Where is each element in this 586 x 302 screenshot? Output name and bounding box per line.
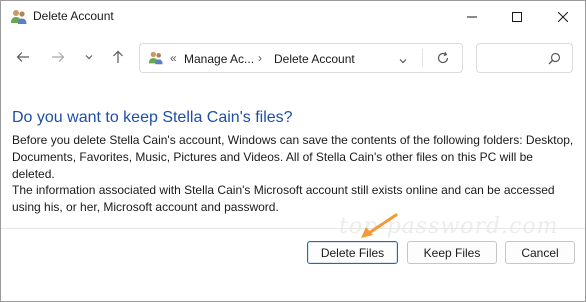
forward-button[interactable] [44,43,72,71]
close-button[interactable] [540,1,586,33]
keep-files-button[interactable]: Keep Files [407,241,497,264]
breadcrumb-separator[interactable]: › [258,51,262,65]
navigation-bar: « Manage Ac... › Delete Account [1,41,585,77]
address-dropdown-button[interactable] [398,53,408,71]
page-heading: Do you want to keep Stella Cain's files? [12,109,293,126]
annotation-arrow-icon [358,213,400,244]
close-icon [558,12,568,22]
address-overflow[interactable]: « [170,51,177,65]
cancel-button[interactable]: Cancel [505,241,575,264]
arrow-left-icon [16,52,29,62]
window-title: Delete Account [33,9,114,23]
arrow-up-icon [113,50,123,63]
recent-locations-button[interactable] [75,43,103,71]
users-icon [148,50,164,66]
delete-files-button[interactable]: Delete Files [307,241,398,264]
button-area-divider [1,228,585,229]
maximize-button[interactable] [494,1,540,33]
maximize-icon [512,12,522,22]
delete-account-window: Delete Account « Manage Ac... › Delete A… [0,0,586,302]
address-divider [422,49,423,67]
users-icon [10,8,28,26]
breadcrumb-delete-account[interactable]: Delete Account [274,52,355,66]
microsoft-account-info-text: The information associated with Stella C… [12,183,555,214]
search-icon[interactable] [548,52,561,70]
minimize-icon [467,16,477,18]
refresh-button[interactable] [436,51,450,70]
refresh-icon [437,51,449,64]
up-button[interactable] [104,43,132,71]
minimize-button[interactable] [449,1,495,33]
search-box[interactable] [476,43,573,73]
breadcrumb-manage-accounts[interactable]: Manage Ac... [184,52,254,66]
title-bar: Delete Account [1,1,585,33]
chevron-down-icon [399,59,407,64]
delete-info-text: Before you delete Stella Cain's account,… [12,133,574,181]
chevron-down-icon [85,55,93,60]
arrow-right-icon [52,52,65,62]
back-button[interactable] [9,43,37,71]
address-bar[interactable]: « Manage Ac... › Delete Account [139,43,463,73]
